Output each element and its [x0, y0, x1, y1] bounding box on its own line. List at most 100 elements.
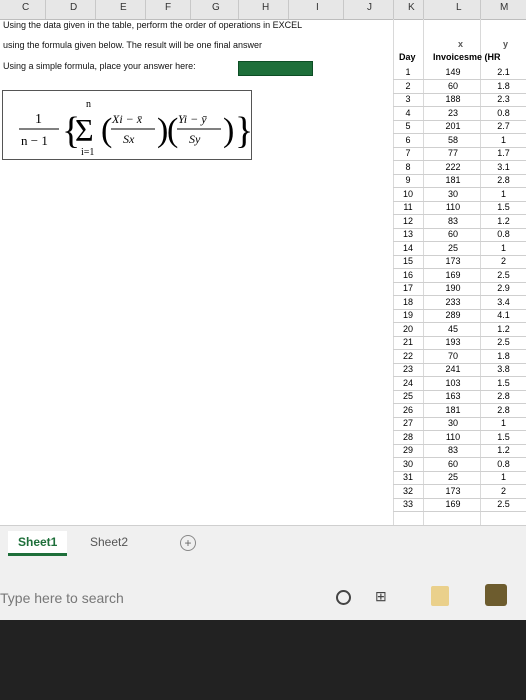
cell-day[interactable]: 9	[393, 175, 423, 185]
cell-hours[interactable]: 1.2	[481, 324, 526, 334]
cell-hours[interactable]: 1.5	[481, 202, 526, 212]
cell-day[interactable]: 3	[393, 94, 423, 104]
cell-day[interactable]: 32	[393, 486, 423, 496]
cell-hours[interactable]: 2.8	[481, 405, 526, 415]
cell-invoices[interactable]: 233	[425, 297, 481, 307]
cell-invoices[interactable]: 60	[425, 229, 481, 239]
cell-hours[interactable]: 1	[481, 243, 526, 253]
col-header-h[interactable]: H	[262, 2, 269, 13]
cell-invoices[interactable]: 181	[425, 405, 481, 415]
cell-invoices[interactable]: 173	[425, 256, 481, 266]
add-sheet-icon[interactable]: +	[180, 535, 196, 551]
cell-hours[interactable]: 1	[481, 418, 526, 428]
cell-day[interactable]: 23	[393, 364, 423, 374]
cell-invoices[interactable]: 149	[425, 67, 481, 77]
cell-hours[interactable]: 2	[481, 486, 526, 496]
col-header-j[interactable]: J	[367, 2, 372, 13]
cell-day[interactable]: 6	[393, 135, 423, 145]
cell-invoices[interactable]: 169	[425, 270, 481, 280]
cell-day[interactable]: 14	[393, 243, 423, 253]
cell-hours[interactable]: 2.8	[481, 391, 526, 401]
cell-hours[interactable]: 1	[481, 472, 526, 482]
cell-invoices[interactable]: 110	[425, 202, 481, 212]
col-header-k[interactable]: K	[408, 2, 415, 13]
cell-day[interactable]: 30	[393, 459, 423, 469]
cell-hours[interactable]: 1.7	[481, 148, 526, 158]
cell-invoices[interactable]: 60	[425, 81, 481, 91]
col-header-c[interactable]: C	[22, 2, 29, 13]
cell-day[interactable]: 29	[393, 445, 423, 455]
cell-day[interactable]: 1	[393, 67, 423, 77]
cell-hours[interactable]: 2.3	[481, 94, 526, 104]
cell-invoices[interactable]: 25	[425, 472, 481, 482]
tab-sheet2[interactable]: Sheet2	[80, 531, 138, 553]
cell-hours[interactable]: 1.8	[481, 81, 526, 91]
cell-invoices[interactable]: 77	[425, 148, 481, 158]
answer-cell[interactable]	[238, 61, 313, 76]
cell-hours[interactable]: 0.8	[481, 459, 526, 469]
tab-sheet1[interactable]: Sheet1	[8, 531, 68, 556]
cell-day[interactable]: 4	[393, 108, 423, 118]
cell-invoices[interactable]: 30	[425, 418, 481, 428]
cell-day[interactable]: 16	[393, 270, 423, 280]
cell-day[interactable]: 26	[393, 405, 423, 415]
cell-hours[interactable]: 2.9	[481, 283, 526, 293]
cell-day[interactable]: 33	[393, 499, 423, 509]
col-header-g[interactable]: G	[212, 2, 220, 13]
cell-hours[interactable]: 0.8	[481, 108, 526, 118]
cell-day[interactable]: 12	[393, 216, 423, 226]
cell-invoices[interactable]: 60	[425, 459, 481, 469]
cell-hours[interactable]: 0.8	[481, 229, 526, 239]
col-header-d[interactable]: D	[70, 2, 77, 13]
cell-hours[interactable]: 2.5	[481, 270, 526, 280]
cell-hours[interactable]: 1.8	[481, 351, 526, 361]
cell-day[interactable]: 28	[393, 432, 423, 442]
cell-hours[interactable]: 1.5	[481, 378, 526, 388]
store-icon[interactable]	[485, 584, 507, 606]
cell-hours[interactable]: 1	[481, 135, 526, 145]
cell-invoices[interactable]: 181	[425, 175, 481, 185]
cell-invoices[interactable]: 70	[425, 351, 481, 361]
cell-hours[interactable]: 1.2	[481, 216, 526, 226]
cell-invoices[interactable]: 83	[425, 445, 481, 455]
cell-invoices[interactable]: 173	[425, 486, 481, 496]
cell-day[interactable]: 7	[393, 148, 423, 158]
cell-invoices[interactable]: 188	[425, 94, 481, 104]
cell-invoices[interactable]: 103	[425, 378, 481, 388]
cell-hours[interactable]: 2.5	[481, 337, 526, 347]
col-header-e[interactable]: E	[120, 2, 127, 13]
cell-invoices[interactable]: 163	[425, 391, 481, 401]
cell-day[interactable]: 27	[393, 418, 423, 428]
cell-day[interactable]: 18	[393, 297, 423, 307]
cell-hours[interactable]: 2.7	[481, 121, 526, 131]
cell-day[interactable]: 10	[393, 189, 423, 199]
task-view-icon[interactable]: ⊞	[375, 588, 387, 605]
cell-invoices[interactable]: 169	[425, 499, 481, 509]
cell-invoices[interactable]: 30	[425, 189, 481, 199]
cell-hours[interactable]: 4.1	[481, 310, 526, 320]
cell-invoices[interactable]: 289	[425, 310, 481, 320]
cell-hours[interactable]: 3.8	[481, 364, 526, 374]
cell-hours[interactable]: 2	[481, 256, 526, 266]
cell-invoices[interactable]: 110	[425, 432, 481, 442]
cell-hours[interactable]: 2.8	[481, 175, 526, 185]
col-header-m[interactable]: M	[500, 2, 508, 13]
cell-invoices[interactable]: 58	[425, 135, 481, 145]
cell-day[interactable]: 19	[393, 310, 423, 320]
cell-day[interactable]: 21	[393, 337, 423, 347]
cell-hours[interactable]: 2.5	[481, 499, 526, 509]
cell-invoices[interactable]: 190	[425, 283, 481, 293]
cell-day[interactable]: 13	[393, 229, 423, 239]
cortana-icon[interactable]	[336, 590, 351, 605]
cell-day[interactable]: 11	[393, 202, 423, 212]
cell-invoices[interactable]: 222	[425, 162, 481, 172]
cell-day[interactable]: 5	[393, 121, 423, 131]
cell-invoices[interactable]: 193	[425, 337, 481, 347]
cell-day[interactable]: 24	[393, 378, 423, 388]
cell-invoices[interactable]: 25	[425, 243, 481, 253]
cell-day[interactable]: 15	[393, 256, 423, 266]
cell-hours[interactable]: 3.1	[481, 162, 526, 172]
cell-invoices[interactable]: 23	[425, 108, 481, 118]
cell-day[interactable]: 25	[393, 391, 423, 401]
taskbar-search[interactable]: Type here to search	[0, 590, 124, 606]
